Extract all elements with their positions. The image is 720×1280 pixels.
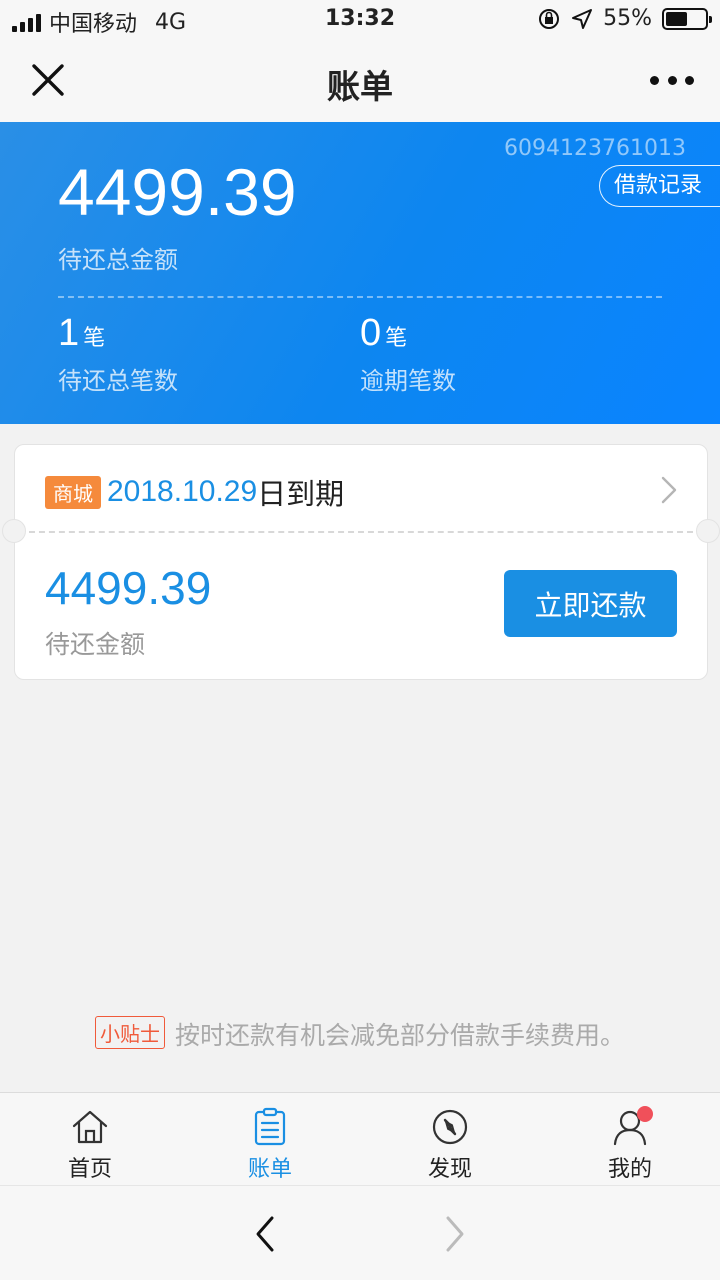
tip-tag: 小贴士 bbox=[94, 1016, 165, 1049]
overdue-unit: 笔 bbox=[385, 326, 408, 351]
due-suffix: 日到期 bbox=[257, 477, 345, 511]
tip-text: 按时还款有机会减免部分借款手续费用。 bbox=[174, 1021, 625, 1050]
navbar: 账单 bbox=[0, 40, 720, 122]
repay-now-button[interactable]: 立即还款 bbox=[504, 570, 677, 637]
tab-mine[interactable]: 我的 bbox=[540, 1093, 720, 1185]
pending-count: 1 bbox=[58, 312, 80, 354]
battery-fill bbox=[666, 11, 687, 26]
pending-count-stat: 1笔 待还总笔数 bbox=[58, 312, 178, 396]
overdue-count-label: 逾期笔数 bbox=[360, 367, 456, 395]
chevron-right-icon[interactable] bbox=[659, 475, 679, 505]
compass-icon bbox=[432, 1109, 468, 1145]
card-divider bbox=[29, 531, 693, 533]
total-amount: 4499.39 bbox=[58, 155, 297, 229]
battery-percent: 55% bbox=[603, 6, 652, 31]
tab-label: 发现 bbox=[427, 1157, 472, 1182]
card-notch-left bbox=[2, 519, 26, 543]
tab-home[interactable]: 首页 bbox=[0, 1093, 180, 1185]
status-right: 55% bbox=[537, 6, 712, 31]
account-number: 6094123761013 bbox=[504, 136, 686, 161]
status-bar: 中国移动 4G 13:32 55% bbox=[0, 0, 720, 40]
overdue-count-stat: 0笔 逾期笔数 bbox=[360, 312, 456, 396]
due-date: 2018.10.29 bbox=[107, 475, 258, 508]
bill-summary: 6094123761013 借款记录 4499.39 待还总金额 1笔 待还总笔… bbox=[0, 122, 720, 424]
page-title: 账单 bbox=[327, 67, 393, 106]
more-icon[interactable] bbox=[650, 70, 694, 90]
tab-label: 首页 bbox=[67, 1157, 112, 1182]
bill-card[interactable]: 商城 2018.10.29 日到期 4499.39 待还金额 立即还款 bbox=[2, 444, 720, 680]
forward-arrow-icon[interactable] bbox=[442, 1214, 468, 1254]
home-icon bbox=[72, 1110, 108, 1144]
divider bbox=[58, 296, 662, 298]
loan-record-button[interactable]: 借款记录 bbox=[598, 165, 720, 207]
total-amount-label: 待还总金额 bbox=[58, 246, 178, 274]
pending-count-label: 待还总笔数 bbox=[58, 367, 178, 395]
overdue-count: 0 bbox=[360, 312, 382, 354]
mall-tag: 商城 bbox=[45, 475, 101, 509]
tab-label: 我的 bbox=[607, 1157, 652, 1182]
location-icon bbox=[572, 8, 593, 29]
card-notch-right bbox=[696, 519, 720, 543]
bill-due-header: 商城 2018.10.29 日到期 bbox=[45, 471, 344, 513]
bill-amount: 4499.39 bbox=[45, 562, 212, 614]
battery-icon bbox=[662, 7, 712, 30]
tab-bill[interactable]: 账单 bbox=[180, 1093, 360, 1185]
bill-icon bbox=[254, 1107, 286, 1146]
bill-amount-label: 待还金额 bbox=[45, 630, 146, 659]
notification-dot bbox=[637, 1106, 653, 1122]
tab-discover[interactable]: 发现 bbox=[360, 1093, 540, 1185]
pending-unit: 笔 bbox=[83, 326, 106, 351]
tip: 小贴士 按时还款有机会减免部分借款手续费用。 bbox=[0, 1016, 720, 1052]
back-arrow-icon[interactable] bbox=[252, 1214, 278, 1254]
orientation-lock-icon bbox=[539, 8, 560, 29]
tab-label: 账单 bbox=[247, 1157, 292, 1182]
tab-bar: 首页 账单 发现 我的 bbox=[0, 1092, 720, 1185]
browser-toolbar bbox=[0, 1185, 720, 1280]
